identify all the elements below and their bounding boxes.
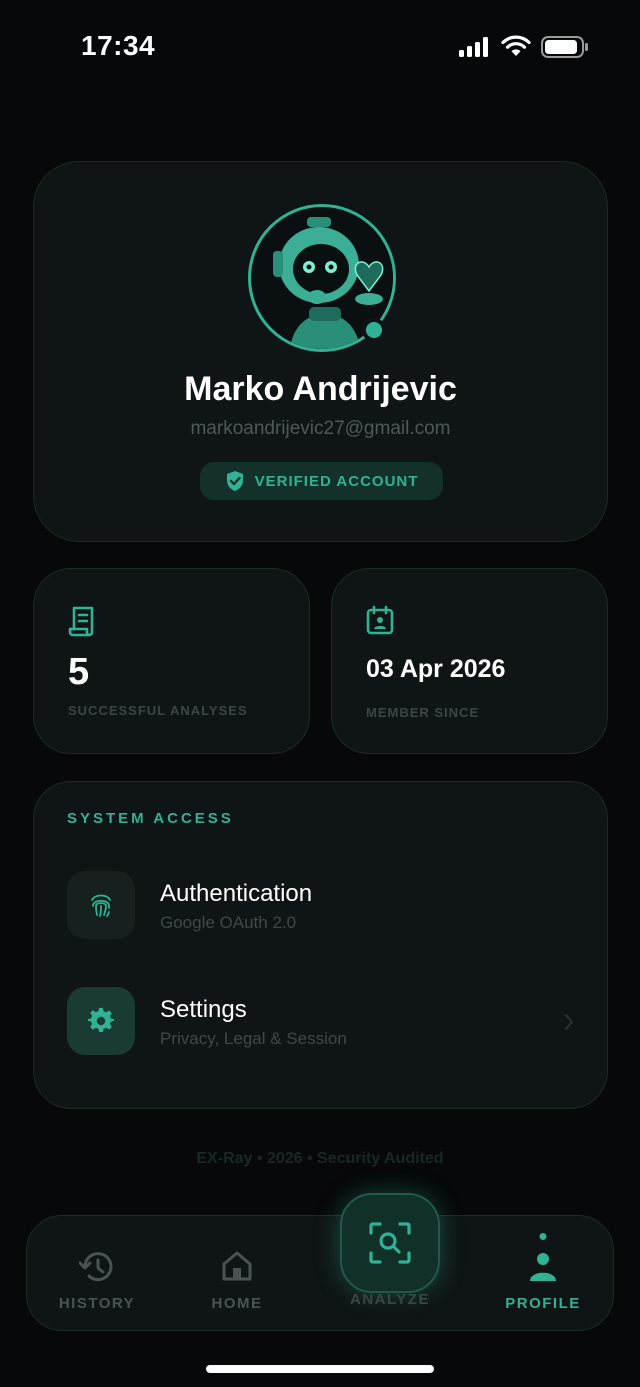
calendar-icon xyxy=(366,605,394,635)
profile-name: Marko Andrijevic xyxy=(184,370,457,408)
history-icon xyxy=(79,1252,113,1282)
stat-card-member-since: 03 Apr 2026 MEMBER SINCE xyxy=(331,568,608,754)
bottom-nav: HISTORY HOME PROFILE xyxy=(26,1215,614,1331)
chevron-right-icon xyxy=(565,1014,573,1030)
settings-title: Settings xyxy=(160,996,247,1023)
gear-icon xyxy=(67,987,135,1055)
footer-text: EX-Ray • 2026 • Security Audited xyxy=(196,1150,444,1167)
online-status-dot xyxy=(362,318,386,342)
home-indicator xyxy=(206,1365,434,1373)
authentication-subtitle: Google OAuth 2.0 xyxy=(160,913,297,932)
fingerprint-icon xyxy=(67,871,135,939)
profile-card: Marko Andrijevic markoandrijevic27@gmail… xyxy=(33,161,608,542)
member-since-label: MEMBER SINCE xyxy=(366,705,480,720)
nav-home-label: HOME xyxy=(211,1295,263,1312)
scan-search-icon xyxy=(369,1222,411,1264)
signal-icon xyxy=(459,37,488,57)
analyze-button[interactable] xyxy=(340,1193,440,1293)
shield-check-icon xyxy=(226,471,243,491)
nav-history[interactable]: HISTORY xyxy=(37,1216,157,1332)
status-bar: 17:34 xyxy=(0,0,640,96)
settings-row[interactable]: Settings Privacy, Legal & Session xyxy=(67,987,577,1057)
authentication-row[interactable]: Authentication Google OAuth 2.0 xyxy=(67,871,577,941)
authentication-title: Authentication xyxy=(160,880,313,907)
battery-icon xyxy=(541,36,588,58)
member-since-date: 03 Apr 2026 xyxy=(366,655,506,683)
status-time: 17:34 xyxy=(81,30,156,61)
settings-subtitle: Privacy, Legal & Session xyxy=(160,1029,347,1048)
active-indicator-dot xyxy=(539,1233,547,1240)
wifi-icon xyxy=(501,35,531,56)
person-icon xyxy=(530,1253,556,1281)
verified-label: VERIFIED ACCOUNT xyxy=(254,472,419,490)
stat-card-analyses: 5 SUCCESSFUL ANALYSES xyxy=(33,568,310,754)
verified-badge: VERIFIED ACCOUNT xyxy=(200,462,443,500)
nav-history-label: HISTORY xyxy=(58,1295,136,1312)
receipt-icon xyxy=(68,606,94,637)
avatar[interactable] xyxy=(248,204,396,352)
nav-home[interactable]: HOME xyxy=(177,1216,297,1332)
nav-analyze-label[interactable]: ANALYZE xyxy=(330,1291,450,1308)
section-title: SYSTEM ACCESS xyxy=(67,810,234,827)
nav-profile-label: PROFILE xyxy=(505,1295,581,1312)
nav-profile[interactable]: PROFILE xyxy=(483,1216,603,1332)
profile-email: markoandrijevic27@gmail.com xyxy=(190,418,451,439)
system-access-card: SYSTEM ACCESS Authentication Google OAut… xyxy=(33,781,608,1109)
analyses-label: SUCCESSFUL ANALYSES xyxy=(68,703,248,718)
home-icon xyxy=(222,1251,252,1281)
analyses-count: 5 xyxy=(68,651,90,693)
